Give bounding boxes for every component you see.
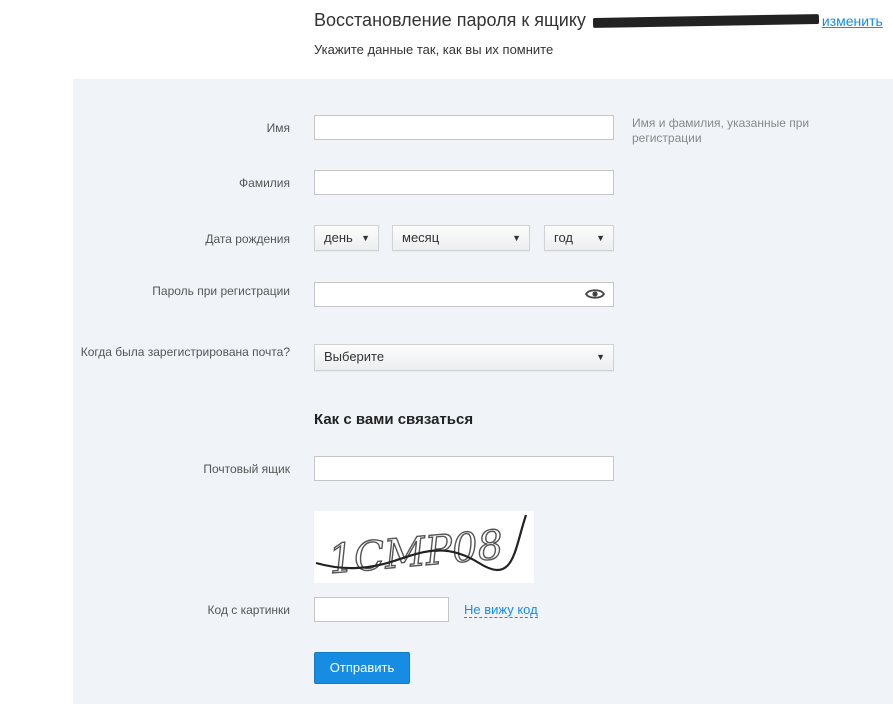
chevron-down-icon: ▼: [512, 233, 521, 243]
page-subtitle: Укажите данные так, как вы их помните: [314, 42, 554, 57]
last-name-input[interactable]: [314, 170, 614, 195]
redacted-email: [592, 14, 819, 29]
last-name-label: Фамилия: [239, 176, 290, 190]
birth-day-value: день: [324, 230, 353, 245]
birth-year-select[interactable]: год ▼: [544, 225, 614, 251]
chevron-down-icon: ▼: [596, 352, 605, 362]
birth-date-label: Дата рождения: [205, 232, 290, 246]
contact-section-title: Как с вами связаться: [314, 411, 474, 428]
captcha-input[interactable]: [314, 597, 449, 622]
birth-month-value: месяц: [402, 230, 440, 245]
chevron-down-icon: ▼: [596, 233, 605, 243]
captcha-label: Код с картинки: [207, 603, 290, 617]
birth-year-value: год: [554, 230, 573, 245]
chevron-down-icon: ▼: [361, 233, 370, 243]
captcha-text: 1CMP08: [327, 522, 505, 583]
birth-month-select[interactable]: месяц ▼: [392, 225, 530, 251]
mailbox-label: Почтовый ящик: [203, 462, 290, 476]
page-title: Восстановление пароля к ящику изменить: [314, 10, 883, 31]
password-label: Пароль при регистрации: [152, 284, 290, 298]
submit-button[interactable]: Отправить: [314, 652, 410, 684]
page-title-text: Восстановление пароля к ящику: [314, 10, 586, 30]
first-name-label: Имя: [266, 121, 290, 135]
registered-when-value: Выберите: [324, 349, 385, 364]
mailbox-input[interactable]: [314, 456, 614, 481]
birth-day-select[interactable]: день ▼: [314, 225, 379, 251]
registered-when-label: Когда была зарегистрирована почта?: [80, 345, 290, 359]
first-name-input[interactable]: [314, 115, 614, 140]
eye-icon[interactable]: [585, 287, 605, 301]
registered-when-select[interactable]: Выберите ▼: [314, 344, 614, 371]
password-input[interactable]: [314, 282, 614, 307]
cant-see-code-link[interactable]: Не вижу код: [464, 602, 538, 618]
change-email-link[interactable]: изменить: [822, 13, 883, 29]
name-hint: Имя и фамилия, указанные при регистрации: [632, 116, 810, 145]
captcha-image: 1CMP08: [314, 511, 534, 584]
